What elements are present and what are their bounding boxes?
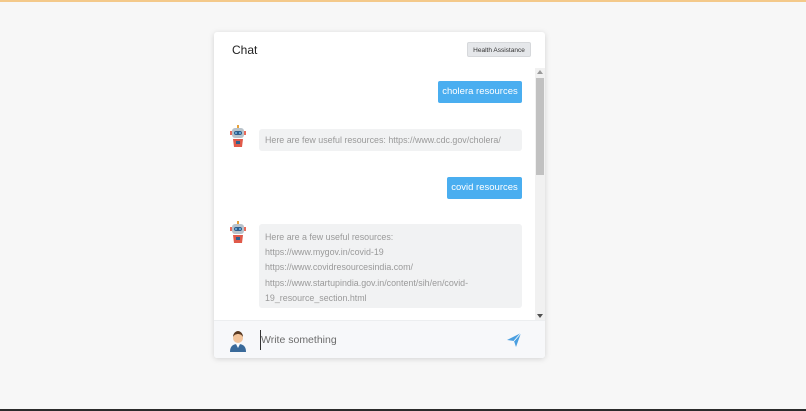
scroll-up-arrow-icon[interactable] [537, 70, 543, 74]
user-icon [230, 331, 246, 352]
send-icon[interactable] [506, 332, 522, 348]
page-top-accent [0, 0, 806, 2]
robot-icon [230, 221, 246, 243]
robot-icon [230, 125, 246, 147]
health-assistance-badge: Health Assistance [467, 42, 531, 57]
bot-message: Here are a few useful resources: https:/… [259, 224, 522, 308]
scroll-thumb[interactable] [536, 78, 544, 175]
chat-title: Chat [232, 43, 258, 57]
bot-message-line: Here are a few useful resources: [265, 232, 394, 242]
composer-bar [214, 320, 545, 358]
chat-header: Chat Health Assistance [214, 32, 545, 68]
user-message: covid resources [447, 177, 522, 199]
bot-message-line: https://www.covidresourcesindia.com/ [265, 262, 413, 273]
bot-message-line: https://www.mygov.in/covid-19 [265, 247, 384, 258]
bot-message-line: 19_resource_section.html [265, 292, 367, 303]
bot-message: Here are few useful resources: https://w… [259, 129, 522, 151]
message-input[interactable] [260, 330, 491, 350]
chat-panel: Chat Health Assistance cholera resources… [214, 32, 545, 358]
bot-message-line: https://www.startupindia.gov.in/content/… [265, 277, 469, 288]
message-list[interactable]: cholera resources Here are few useful re… [214, 68, 545, 320]
scroll-down-arrow-icon[interactable] [537, 314, 543, 318]
message-scrollbar[interactable] [535, 68, 545, 320]
user-message: cholera resources [438, 81, 522, 103]
